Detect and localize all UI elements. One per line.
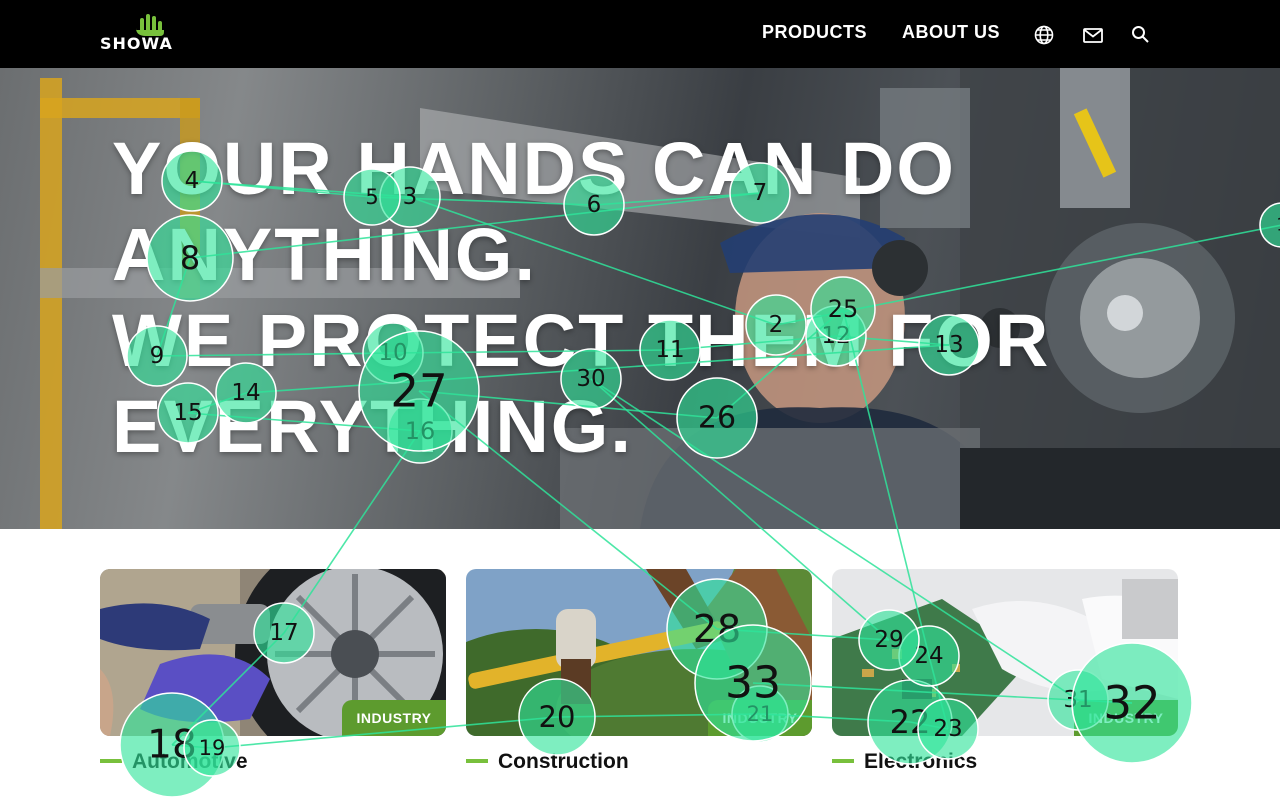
label-dash [100,758,122,763]
card-label-electronics[interactable]: Electronics [832,750,977,776]
label-dash [466,758,488,763]
mail-icon[interactable] [1082,24,1104,46]
showa-logo[interactable]: SHOWA [100,14,210,54]
card-label-text: Construction [498,750,629,773]
label-dash [832,758,854,763]
hero-headline-line-1: YOUR HANDS CAN DO [112,127,956,210]
gaze-path-segment [171,744,213,749]
logo-wordmark: SHOWA [100,34,173,53]
globe-icon[interactable] [1033,24,1055,46]
industry-badge: INDUSTRY [342,700,446,736]
hero-banner: YOUR HANDS CAN DO ANYTHING. WE PROTECT T… [0,68,1280,529]
site-header: SHOWA PRODUCTS ABOUT US [0,0,1280,68]
hero-headline-line-2: ANYTHING. [112,213,537,296]
card-label-automotive[interactable]: Automotive [100,750,248,776]
hero-headline-line-4: EVERYTHING. [112,385,633,468]
card-automotive[interactable]: INDUSTRY [100,569,446,736]
card-label-text: Automotive [132,750,248,773]
nav-about-us[interactable]: ABOUT US [902,22,1000,46]
card-construction[interactable]: INDUSTRY [466,569,812,736]
search-icon[interactable] [1130,24,1152,46]
hero-headline-line-3: WE PROTECT THEM FOR [112,299,1051,382]
industry-badge: INDUSTRY [1074,700,1178,736]
card-electronics[interactable]: INDUSTRY [832,569,1178,736]
card-label-text: Electronics [864,750,978,773]
nav-products[interactable]: PRODUCTS [762,22,867,46]
industry-badge: INDUSTRY [708,700,812,736]
card-label-construction[interactable]: Construction [466,750,629,776]
